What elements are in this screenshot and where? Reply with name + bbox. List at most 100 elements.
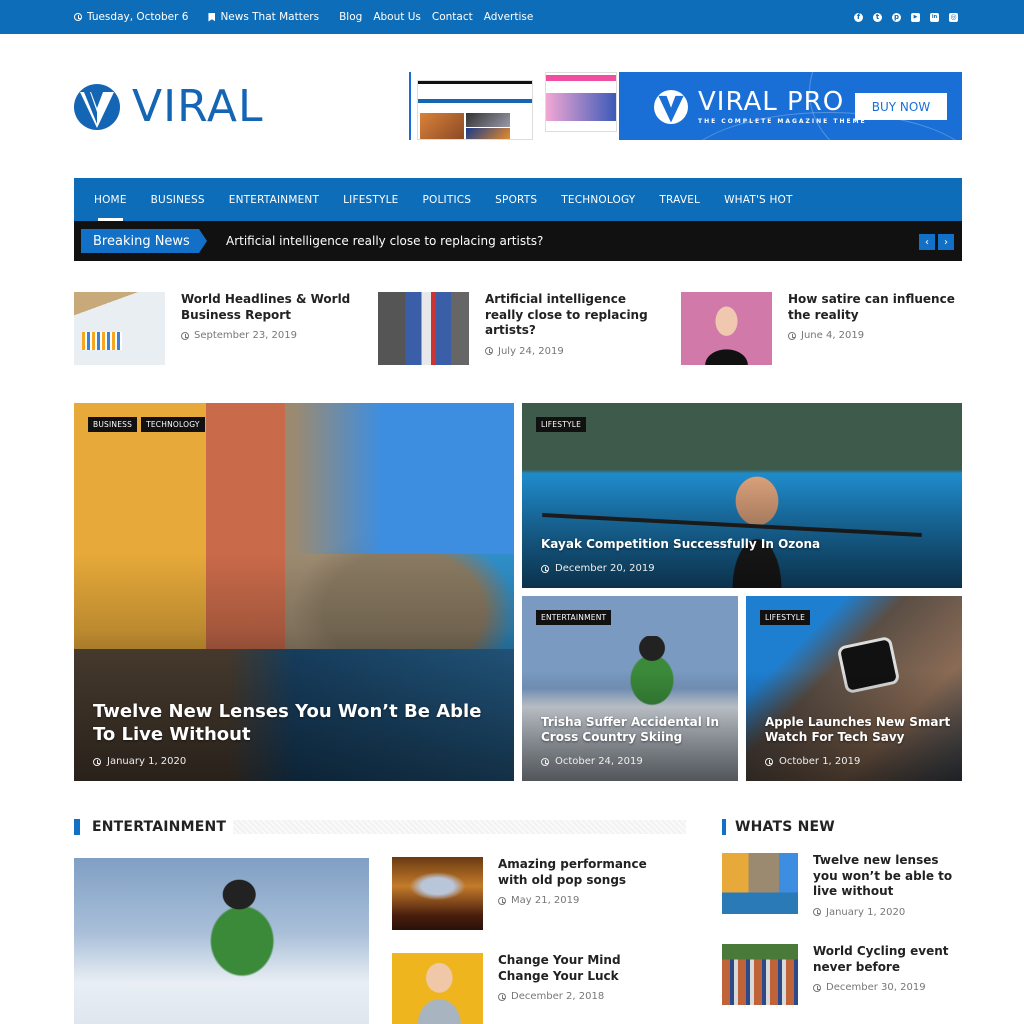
category-tag[interactable]: BUSINESS <box>88 417 138 432</box>
ticker-next-button[interactable]: › <box>938 234 954 250</box>
post-thumbnail[interactable] <box>392 857 483 930</box>
category-tag[interactable]: ENTERTAINMENT <box>536 610 612 625</box>
nav-lifestyle[interactable]: LIFESTYLE <box>343 178 398 221</box>
breaking-news-label: Breaking News <box>81 229 207 253</box>
ad-brand-subtitle: THE COMPLETE MAGAZINE THEME <box>698 118 867 125</box>
post-thumbnail[interactable] <box>392 953 483 1024</box>
top-bar: Tuesday, October 6 News That Matters Blo… <box>0 0 1024 34</box>
post-title[interactable]: How satire can influence the reality <box>788 292 958 323</box>
post-date: December 30, 2019 <box>826 982 926 993</box>
breaking-news-headline[interactable]: Artificial intelligence really close to … <box>226 221 543 261</box>
featured-post-main[interactable]: BUSINESS TECHNOLOGY Twelve New Lenses Yo… <box>74 403 514 781</box>
clock-icon <box>181 331 189 340</box>
post-title[interactable]: Change Your Mind Change Your Luck <box>498 953 673 984</box>
clock-icon <box>498 992 506 1001</box>
logo-text: VIRAL <box>132 81 264 132</box>
entertainment-main-image[interactable] <box>74 858 369 1024</box>
featured-title[interactable]: Kayak Competition Successfully In Ozona <box>541 537 820 551</box>
bookmark-icon <box>208 12 216 22</box>
post-date: June 4, 2019 <box>801 330 865 341</box>
section-heading-entertainment: ENTERTAINMENT <box>74 819 226 835</box>
clock-icon <box>485 347 493 355</box>
post-title[interactable]: Twelve new lenses you won’t be able to l… <box>813 853 958 900</box>
date-text: Tuesday, October 6 <box>87 11 189 23</box>
list-item[interactable]: Amazing performance with old pop songs M… <box>392 857 673 930</box>
viral-pro-logo-icon <box>654 89 688 124</box>
top-menu-blog[interactable]: Blog <box>339 11 362 23</box>
post-title[interactable]: World Headlines & World Business Report <box>181 292 351 323</box>
clock-icon <box>541 564 549 573</box>
top-post[interactable]: World Headlines & World Business Report … <box>74 292 351 365</box>
ticker-prev-button[interactable]: ‹ <box>919 234 935 250</box>
nav-technology[interactable]: TECHNOLOGY <box>561 178 635 221</box>
featured-title[interactable]: Trisha Suffer Accidental In Cross Countr… <box>541 715 726 745</box>
featured-date: October 1, 2019 <box>779 756 861 767</box>
clock-icon <box>541 757 549 766</box>
featured-title[interactable]: Apple Launches New Smart Watch For Tech … <box>765 715 955 745</box>
category-tag[interactable]: LIFESTYLE <box>536 417 587 432</box>
section-divider <box>233 820 686 834</box>
breaking-news-bar: Breaking News Artificial intelligence re… <box>74 221 962 261</box>
top-menu-about-us[interactable]: About Us <box>373 11 421 23</box>
list-item[interactable]: Twelve new lenses you won’t be able to l… <box>722 853 958 918</box>
top-menu-advertise[interactable]: Advertise <box>484 11 534 23</box>
post-date: May 21, 2019 <box>511 895 580 906</box>
post-thumbnail[interactable] <box>722 944 798 1005</box>
featured-post[interactable]: LIFESTYLE Apple Launches New Smart Watch… <box>746 596 962 781</box>
featured-post[interactable]: LIFESTYLE Kayak Competition Successfully… <box>522 403 962 588</box>
clock-icon <box>813 908 821 916</box>
featured-title[interactable]: Twelve New Lenses You Won’t Be Able To L… <box>93 700 493 746</box>
clock-icon <box>765 757 773 766</box>
nav-sports[interactable]: SPORTS <box>495 178 537 221</box>
facebook-icon[interactable]: f <box>854 12 863 22</box>
pinterest-icon[interactable]: p <box>892 12 901 22</box>
post-title[interactable]: Artificial intelligence really close to … <box>485 292 655 339</box>
category-tag[interactable]: TECHNOLOGY <box>141 417 205 432</box>
post-title[interactable]: Amazing performance with old pop songs <box>498 857 673 888</box>
clock-icon <box>93 757 101 766</box>
tagline-text: News That Matters <box>220 11 320 23</box>
tagline: News That Matters <box>208 11 319 23</box>
post-title[interactable]: World Cycling event never before <box>813 944 958 975</box>
nav-politics[interactable]: POLITICS <box>423 178 472 221</box>
clock-icon <box>498 896 506 905</box>
section-title: ENTERTAINMENT <box>92 819 227 835</box>
nav-home[interactable]: HOME <box>94 178 127 221</box>
featured-post[interactable]: ENTERTAINMENT Trisha Suffer Accidental I… <box>522 596 738 781</box>
youtube-icon[interactable]: ▶ <box>911 12 920 22</box>
category-tag[interactable]: LIFESTYLE <box>760 610 811 625</box>
post-thumbnail[interactable] <box>722 853 798 914</box>
nav-business[interactable]: BUSINESS <box>151 178 205 221</box>
linkedin-icon[interactable]: in <box>930 12 939 22</box>
instagram-icon[interactable]: ◎ <box>949 12 958 22</box>
top-menu: Blog About Us Contact Advertise <box>339 11 533 23</box>
heading-accent <box>74 819 80 835</box>
list-item[interactable]: Change Your Mind Change Your Luck Decemb… <box>392 953 673 1024</box>
featured-date: October 24, 2019 <box>555 756 643 767</box>
twitter-icon[interactable]: t <box>873 12 882 22</box>
nav-travel[interactable]: TRAVEL <box>659 178 700 221</box>
top-menu-contact[interactable]: Contact <box>432 11 473 23</box>
date-display: Tuesday, October 6 <box>74 11 188 23</box>
top-post[interactable]: How satire can influence the reality Jun… <box>681 292 958 365</box>
post-date: September 23, 2019 <box>194 330 297 341</box>
post-thumbnail[interactable] <box>681 292 772 365</box>
post-thumbnail[interactable] <box>74 292 165 365</box>
ad-theme-preview <box>411 72 619 140</box>
site-logo[interactable]: VIRAL <box>74 84 263 130</box>
nav-whats-hot[interactable]: WHAT'S HOT <box>724 178 793 221</box>
ad-brand: VIRAL PRO THE COMPLETE MAGAZINE THEME <box>654 88 867 125</box>
post-date: December 2, 2018 <box>511 991 605 1002</box>
list-item[interactable]: World Cycling event never before Decembe… <box>722 944 958 1005</box>
clock-icon <box>788 331 796 340</box>
main-nav: HOME BUSINESS ENTERTAINMENT LIFESTYLE PO… <box>74 178 962 221</box>
buy-now-button[interactable]: BUY NOW <box>855 93 947 120</box>
featured-date: December 20, 2019 <box>555 563 655 574</box>
post-date: January 1, 2020 <box>826 906 906 918</box>
post-thumbnail[interactable] <box>378 292 469 365</box>
top-post[interactable]: Artificial intelligence really close to … <box>378 292 655 365</box>
clock-icon <box>74 13 82 21</box>
nav-entertainment[interactable]: ENTERTAINMENT <box>229 178 319 221</box>
ad-banner[interactable]: VIRAL PRO THE COMPLETE MAGAZINE THEME BU… <box>409 72 962 140</box>
social-links: f t p ▶ in ◎ <box>854 0 958 34</box>
